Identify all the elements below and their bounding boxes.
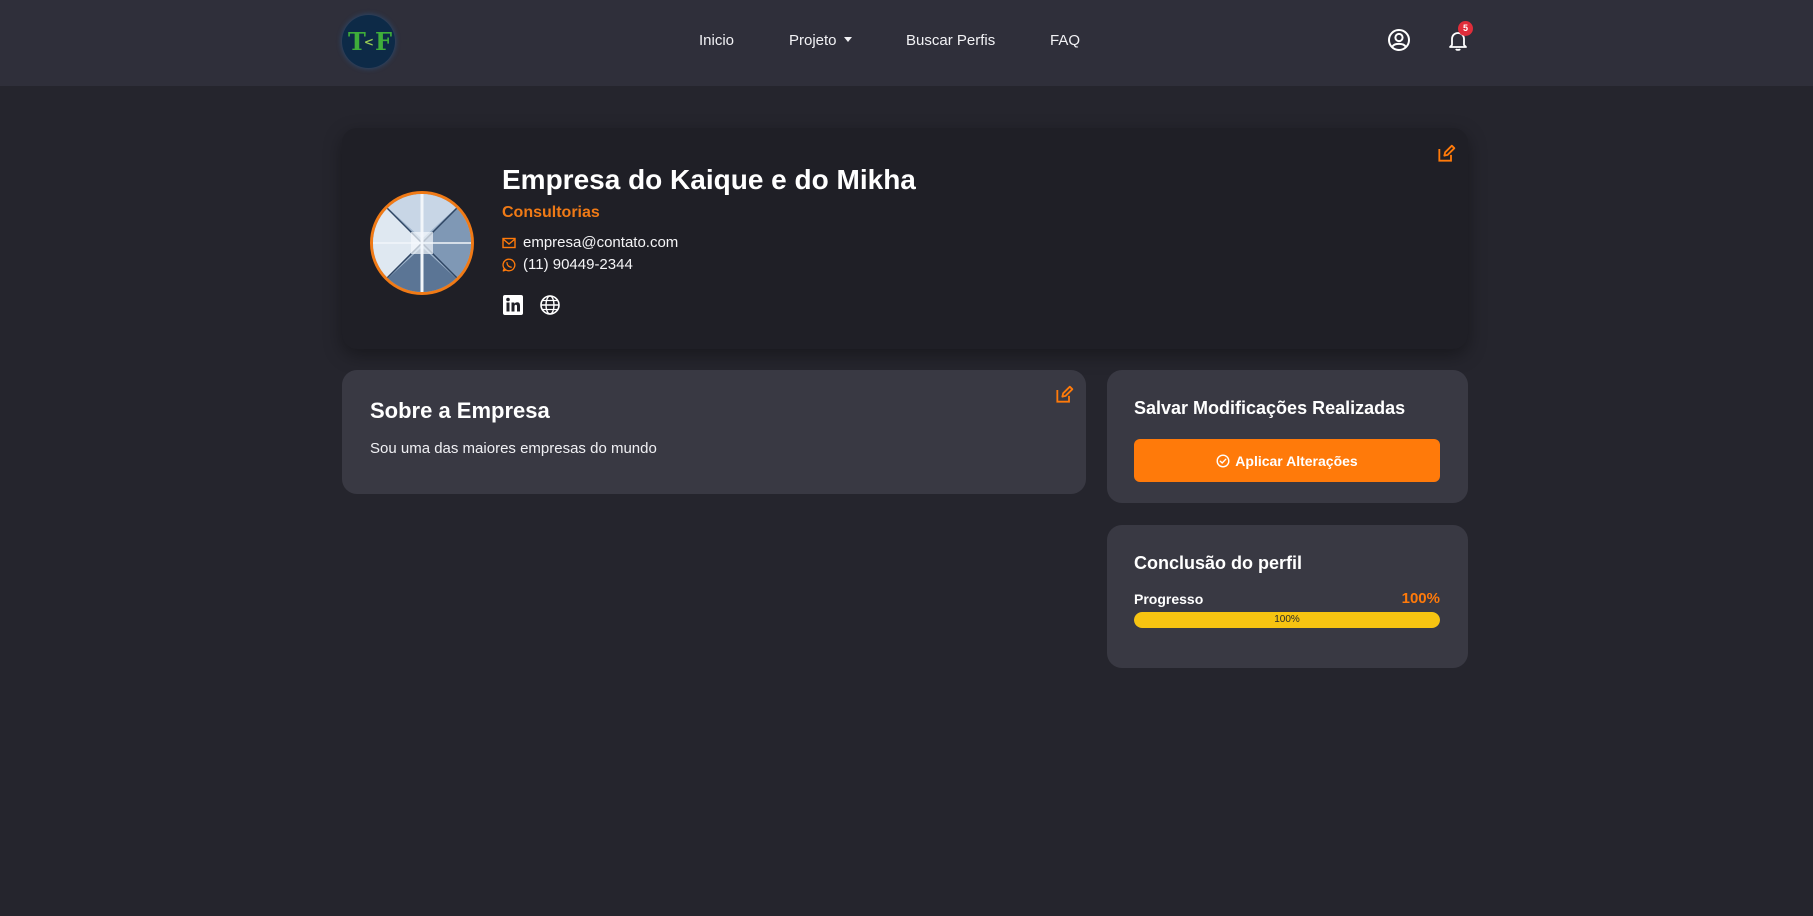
apply-changes-button[interactable]: Aplicar Alterações bbox=[1134, 439, 1440, 482]
company-avatar bbox=[370, 191, 474, 295]
progress-percent: 100% bbox=[1401, 590, 1440, 607]
nav-link-buscar-perfis[interactable]: Buscar Perfis bbox=[906, 32, 995, 49]
navbar-inner: T < F Inicio Projeto Buscar Perfis FAQ bbox=[342, 0, 1468, 86]
about-text: Sou uma das maiores empresas do mundo bbox=[370, 440, 657, 457]
top-navbar: T < F Inicio Projeto Buscar Perfis FAQ 5 bbox=[0, 0, 1813, 86]
nav-links: Inicio Projeto Buscar Perfis FAQ bbox=[342, 0, 1468, 86]
nav-link-faq[interactable]: FAQ bbox=[1050, 32, 1080, 49]
user-circle-icon[interactable] bbox=[1387, 28, 1411, 52]
nav-link-projeto[interactable]: Projeto bbox=[789, 32, 852, 49]
about-title: Sobre a Empresa bbox=[370, 398, 550, 423]
contact-phone[interactable]: (11) 90449-2344 bbox=[523, 256, 633, 273]
company-profile-card: Empresa do Kaique e do Mikha Consultoria… bbox=[342, 128, 1468, 349]
progress-bar-text: 100% bbox=[1274, 614, 1300, 625]
contact-phone-row: (11) 90449-2344 bbox=[502, 256, 633, 273]
about-company-card: Sobre a Empresa Sou uma das maiores empr… bbox=[342, 370, 1086, 494]
linkedin-icon[interactable] bbox=[502, 294, 524, 316]
check-circle-icon bbox=[1216, 453, 1230, 468]
progress-bar: 100% bbox=[1134, 612, 1440, 628]
progress-label: Progresso bbox=[1134, 591, 1204, 607]
edit-about-icon[interactable] bbox=[1054, 385, 1074, 405]
envelope-icon bbox=[502, 237, 516, 248]
chevron-down-icon bbox=[843, 36, 852, 42]
contact-email[interactable]: empresa@contato.com bbox=[523, 234, 678, 251]
notification-badge: 5 bbox=[1458, 21, 1473, 36]
company-category: Consultorias bbox=[502, 204, 600, 221]
whatsapp-icon bbox=[502, 258, 516, 272]
nav-link-projeto-label: Projeto bbox=[789, 32, 837, 49]
globe-icon[interactable] bbox=[539, 294, 561, 316]
profile-completion-title: Conclusão do perfil bbox=[1134, 553, 1303, 573]
save-changes-title: Salvar Modificações Realizadas bbox=[1134, 398, 1406, 418]
nav-link-inicio[interactable]: Inicio bbox=[699, 32, 734, 49]
edit-profile-icon[interactable] bbox=[1436, 144, 1456, 164]
contact-email-row: empresa@contato.com bbox=[502, 234, 678, 251]
avatar-image bbox=[373, 194, 471, 292]
save-changes-card: Salvar Modificações Realizadas Aplicar A… bbox=[1107, 370, 1468, 503]
apply-changes-label: Aplicar Alterações bbox=[1235, 452, 1358, 469]
company-name: Empresa do Kaique e do Mikha bbox=[502, 164, 916, 195]
profile-completion-card: Conclusão do perfil Progresso 100% 100% bbox=[1107, 525, 1468, 668]
